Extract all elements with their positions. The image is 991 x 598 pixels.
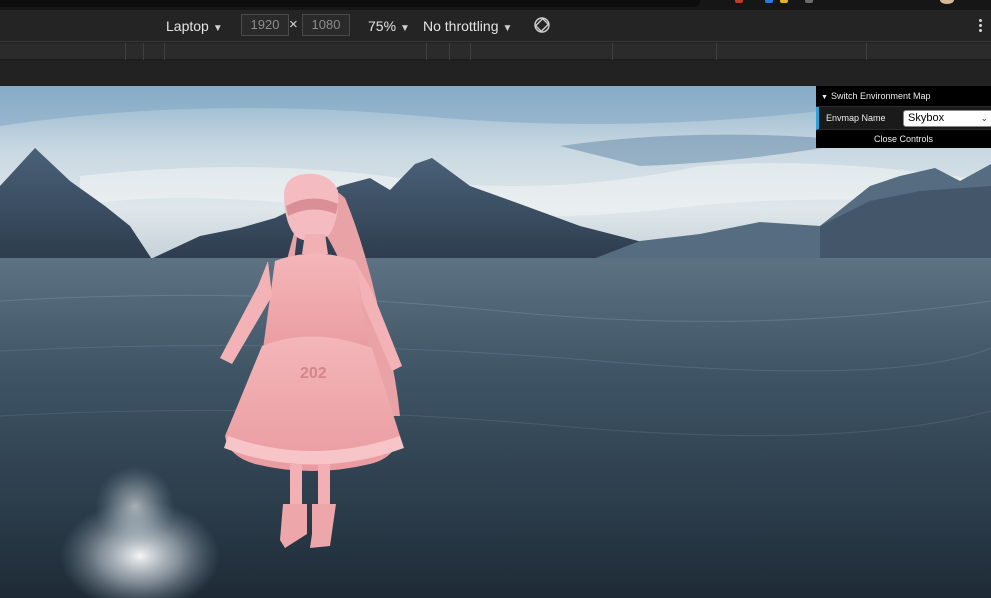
zoom-label: 75%: [368, 18, 397, 34]
caret-down-icon: ▼: [400, 23, 410, 34]
ruler-segment[interactable]: [470, 43, 471, 60]
browser-top-strip: [0, 0, 991, 10]
rotate-icon[interactable]: [533, 16, 551, 34]
close-controls-button[interactable]: Close Controls: [816, 130, 991, 148]
media-query-ruler: [0, 43, 991, 60]
caret-down-icon: ▼: [212, 23, 223, 34]
envmap-name-select[interactable]: Skybox ⌄: [903, 110, 991, 127]
width-input[interactable]: 1920: [241, 14, 289, 36]
caret-down-icon: ▼: [502, 23, 513, 34]
device-select[interactable]: Laptop ▼: [166, 17, 223, 35]
profile-avatar[interactable]: [940, 0, 954, 4]
ruler-segment[interactable]: [449, 43, 450, 60]
ruler-segment[interactable]: [426, 43, 427, 60]
envmap-name-label: Envmap Name: [826, 113, 886, 123]
chevron-down-icon: ⌄: [980, 113, 988, 123]
ruler-segment[interactable]: [612, 43, 613, 60]
throttling-select[interactable]: No throttling ▼: [423, 17, 512, 35]
height-input[interactable]: 1080: [302, 14, 350, 36]
ruler-segment[interactable]: [125, 43, 126, 60]
folder-switch-environment-map[interactable]: ▼ Switch Environment Map: [816, 86, 991, 107]
ruler-segment[interactable]: [143, 43, 144, 60]
zoom-select[interactable]: 75% ▼: [368, 17, 410, 35]
ruler-segment[interactable]: [164, 43, 165, 60]
device-toolbar: Laptop ▼ 1920 × 1080 75% ▼ No throttling ▼: [0, 10, 991, 42]
ruler-segment[interactable]: [716, 43, 717, 60]
more-options-icon[interactable]: [976, 17, 984, 35]
extension-icon[interactable]: [765, 0, 773, 3]
viewport-top-gap: [0, 61, 991, 86]
webgl-canvas[interactable]: 202: [0, 86, 991, 598]
envmap-selected-value: Skybox: [908, 112, 945, 124]
extension-icon[interactable]: [780, 0, 788, 3]
environment-controls-panel: ▼ Switch Environment Map Envmap Name Skyb…: [816, 86, 991, 148]
extension-icon[interactable]: [805, 0, 813, 3]
device-label: Laptop: [166, 18, 209, 34]
extension-icon[interactable]: [735, 0, 743, 3]
throttling-label: No throttling: [423, 18, 499, 34]
ruler-segment[interactable]: [866, 43, 867, 60]
envmap-name-row: Envmap Name Skybox ⌄: [816, 107, 991, 130]
folder-title-label: Switch Environment Map: [830, 91, 931, 101]
triangle-down-icon: ▼: [821, 94, 828, 101]
browser-tab-edge: [0, 0, 700, 7]
model-chest-text: 202: [300, 365, 327, 382]
dimension-separator: ×: [289, 16, 298, 33]
